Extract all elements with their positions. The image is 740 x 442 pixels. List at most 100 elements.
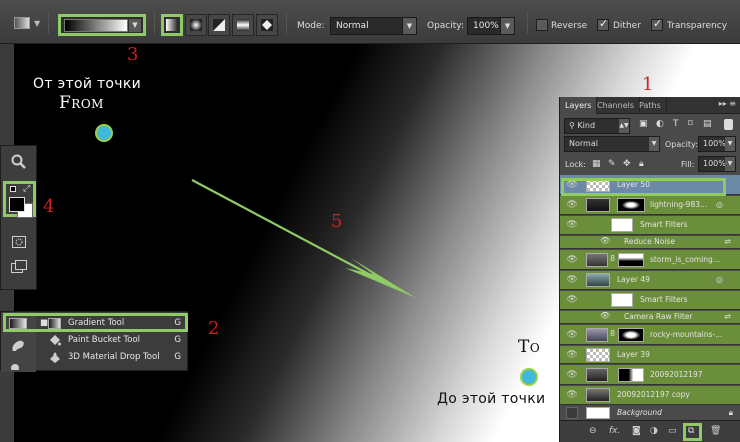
filter-options-icon[interactable]: ⇌ xyxy=(724,237,731,246)
chevron-down-icon[interactable]: ▼ xyxy=(725,137,735,151)
flyout-item-3d-material-drop-tool[interactable]: 3D Material Drop Tool G xyxy=(38,349,187,366)
eye-icon[interactable]: 👁︎ xyxy=(566,274,578,286)
layer-row[interactable]: 👁︎ 20092012197 xyxy=(560,365,740,385)
tab-paths[interactable]: Paths xyxy=(634,97,667,114)
lock-icon: 🔒︎ xyxy=(728,408,733,417)
layer-row[interactable]: 👁︎ lightning-983... ◎ xyxy=(560,196,740,215)
eye-icon[interactable]: 👁︎ xyxy=(566,219,578,231)
layer-row[interactable]: 👁︎ Smart Filters xyxy=(560,291,740,310)
filter-toggle-icon[interactable] xyxy=(724,119,733,130)
brush-tool-icon[interactable] xyxy=(10,339,26,354)
angle-gradient-button[interactable] xyxy=(208,14,230,36)
foreground-color-swatch[interactable] xyxy=(9,197,25,212)
layer-name[interactable]: Camera Raw Filter xyxy=(624,311,693,323)
fx-icon[interactable]: fx. xyxy=(609,426,620,436)
flyout-item-label: 3D Material Drop Tool xyxy=(68,352,160,362)
visibility-toggle[interactable] xyxy=(566,407,578,419)
gradient-swatch[interactable] xyxy=(64,19,128,32)
layer-name[interactable]: Smart Filters xyxy=(640,219,688,231)
filter-pixel-icon[interactable]: ▣ xyxy=(639,119,648,129)
layer-name[interactable]: 20092012197 copy xyxy=(617,389,690,401)
dither-checkbox[interactable] xyxy=(597,17,609,31)
panel-menu-icon[interactable]: ▸▸ ≡ xyxy=(719,99,736,108)
eye-icon[interactable]: 👁︎ xyxy=(566,389,578,401)
transparency-checkbox[interactable] xyxy=(651,17,663,31)
blend-mode-select[interactable]: Normal ▼ xyxy=(564,136,660,152)
eye-icon[interactable]: 👁︎ xyxy=(566,254,578,266)
layer-row[interactable]: 👁︎ 8 storm_is_coming... xyxy=(560,250,740,270)
eye-icon[interactable]: 👁︎ xyxy=(566,294,578,306)
fill-input[interactable]: 100% ▼ xyxy=(698,156,736,172)
linear-gradient-button[interactable] xyxy=(161,14,183,36)
mode-select[interactable]: Normal ▼ xyxy=(330,17,417,35)
3d-material-drop-icon xyxy=(50,352,60,363)
filter-options-icon[interactable]: ⇌ xyxy=(724,312,731,321)
quick-mask-icon[interactable] xyxy=(9,234,29,254)
layer-name[interactable]: Smart Filters xyxy=(640,294,688,306)
add-mask-icon[interactable]: ◙ xyxy=(632,426,641,436)
chevron-down-icon[interactable]: ▼ xyxy=(34,19,40,28)
filter-type-icon[interactable]: T xyxy=(673,119,679,129)
filter-smart-object-icon[interactable]: ▤ xyxy=(703,119,712,129)
layer-name[interactable]: 20092012197 xyxy=(650,369,703,381)
layer-row[interactable]: 👁︎ Reduce Noise ⇌ xyxy=(560,236,740,249)
layer-name[interactable]: storm_is_coming... xyxy=(650,254,720,266)
lock-all-icon[interactable]: 🔒︎ xyxy=(639,159,644,169)
eye-icon[interactable]: 👁︎ xyxy=(566,179,578,191)
eye-icon[interactable]: 👁︎ xyxy=(566,369,578,381)
new-layer-button[interactable]: ⧉ xyxy=(683,423,702,441)
eye-icon[interactable]: 👁︎ xyxy=(566,329,578,341)
layer-row[interactable]: Background 🔒︎ xyxy=(560,406,740,421)
screen-mode-icon[interactable] xyxy=(9,259,29,279)
gradient-picker[interactable]: ▼ xyxy=(58,14,146,36)
layer-row[interactable]: 👁︎ Camera Raw Filter ⇌ xyxy=(560,311,740,324)
adjustment-layer-icon[interactable]: ◑ xyxy=(650,426,658,436)
flyout-item-paint-bucket-tool[interactable]: Paint Bucket Tool G xyxy=(38,332,187,349)
layer-row[interactable]: 👁︎ 8 rocky-mountains-... xyxy=(560,325,740,345)
layer-name[interactable]: Background xyxy=(617,407,662,419)
radial-gradient-button[interactable] xyxy=(185,14,207,36)
tool-preset-picker[interactable] xyxy=(14,17,30,29)
eye-icon[interactable]: 👁︎ xyxy=(566,349,578,361)
swap-colors-icon[interactable]: ⤢ xyxy=(23,184,30,194)
layer-row[interactable]: 👁︎ 20092012197 copy xyxy=(560,386,740,405)
layer-name[interactable]: Reduce Noise xyxy=(624,236,675,248)
eye-icon[interactable]: 👁︎ xyxy=(600,311,610,320)
separator xyxy=(48,12,49,34)
filter-kind-select[interactable]: ⚲ Kind ▲▼ xyxy=(564,118,630,134)
filter-shape-icon[interactable]: ⌑ xyxy=(688,119,693,129)
layer-row[interactable]: 👁︎ Layer 50 xyxy=(560,175,740,195)
diamond-gradient-button[interactable] xyxy=(256,14,278,36)
separator xyxy=(527,12,528,34)
layer-name[interactable]: rocky-mountains-... xyxy=(650,329,722,341)
lock-transparent-icon[interactable]: ▦ xyxy=(592,159,601,169)
lock-position-icon[interactable]: ✥ xyxy=(623,159,631,169)
layer-name[interactable]: lightning-983... xyxy=(650,199,707,211)
layer-row[interactable]: 👁︎ Layer 39 xyxy=(560,346,740,364)
chevron-down-icon[interactable]: ▼ xyxy=(129,19,141,32)
layer-row[interactable]: 👁︎ Layer 49 ◎ xyxy=(560,271,740,290)
layer-name[interactable]: Layer 50 xyxy=(617,179,650,191)
tab-channels[interactable]: Channels xyxy=(592,97,641,114)
chevron-down-icon[interactable]: ▼ xyxy=(725,157,735,171)
reflected-gradient-button[interactable] xyxy=(232,14,254,36)
eye-icon[interactable]: 👁︎ xyxy=(566,199,578,211)
chevron-down-icon[interactable]: ▼ xyxy=(500,18,514,34)
smart-object-icon: ◎ xyxy=(716,200,723,209)
zoom-tool-icon[interactable] xyxy=(9,154,29,174)
layer-row[interactable]: 👁︎ Smart Filters xyxy=(560,216,740,235)
layer-opacity-input[interactable]: 100% ▼ xyxy=(698,136,736,152)
lock-pixels-icon[interactable]: ✎ xyxy=(608,159,616,169)
layer-name[interactable]: Layer 39 xyxy=(617,349,650,361)
opacity-input[interactable]: 100% ▼ xyxy=(467,17,515,35)
trash-icon[interactable]: 🗑︎ xyxy=(710,426,721,436)
filter-adjustment-icon[interactable]: ◐ xyxy=(656,119,664,129)
new-group-icon[interactable]: ▭ xyxy=(668,426,677,436)
default-colors-icon[interactable] xyxy=(10,186,16,192)
color-swatches[interactable]: ⤢ xyxy=(3,181,36,218)
tool-icon-partial[interactable] xyxy=(10,362,20,370)
reverse-checkbox[interactable] xyxy=(536,19,548,31)
layer-name[interactable]: Layer 49 xyxy=(617,274,650,286)
eye-icon[interactable]: 👁︎ xyxy=(600,236,610,245)
link-layers-icon[interactable]: ⊖ xyxy=(589,426,597,436)
